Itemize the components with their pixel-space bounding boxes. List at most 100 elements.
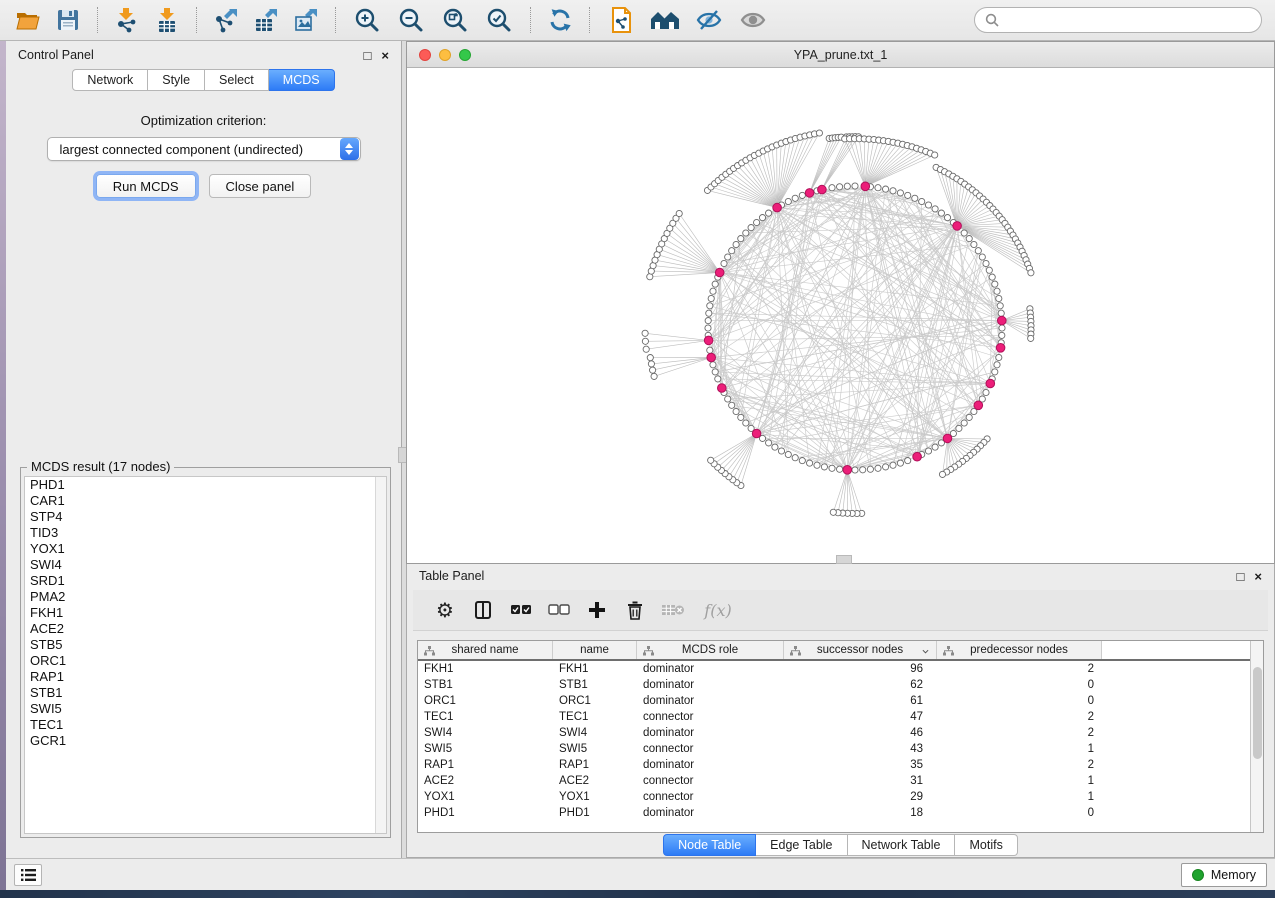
table-row[interactable]: SWI4SWI4dominator462 [418, 725, 1263, 741]
graph-node[interactable] [829, 465, 835, 471]
graph-node[interactable] [733, 408, 739, 414]
open-session-button[interactable] [13, 5, 43, 35]
table-scrollbar-thumb[interactable] [1253, 667, 1262, 759]
network-window-titlebar[interactable]: YPA_prune.txt_1 [407, 42, 1274, 68]
graph-node[interactable] [932, 444, 938, 450]
graph-node[interactable] [979, 254, 985, 260]
graph-node[interactable] [799, 458, 805, 464]
table-row[interactable]: TEC1TEC1connector472 [418, 709, 1263, 725]
deselect-all-button[interactable] [545, 596, 573, 624]
graph-node[interactable] [706, 310, 712, 316]
close-panel-icon[interactable]: × [381, 49, 389, 62]
cell-MCDS-role[interactable]: dominator [637, 695, 784, 707]
network-graph[interactable] [407, 68, 1274, 563]
graph-satellite-node[interactable] [642, 338, 648, 344]
graph-node[interactable] [710, 288, 716, 294]
graph-node[interactable] [999, 325, 1005, 331]
graph-node[interactable] [721, 260, 727, 266]
mcds-result-item[interactable]: STB5 [25, 637, 386, 653]
graph-node[interactable] [989, 274, 995, 280]
cell-name[interactable]: RAP1 [553, 759, 637, 771]
select-all-button[interactable] [507, 596, 535, 624]
graph-node[interactable] [821, 464, 827, 470]
graph-node[interactable] [966, 236, 972, 242]
graph-node[interactable] [966, 414, 972, 420]
mcds-result-item[interactable]: FKH1 [25, 605, 386, 621]
cell-MCDS-role[interactable]: dominator [637, 807, 784, 819]
graph-node[interactable] [999, 332, 1005, 338]
graph-node[interactable] [712, 281, 718, 287]
graph-node[interactable] [883, 186, 889, 192]
graph-node[interactable] [938, 210, 944, 216]
tab-mcds[interactable]: MCDS [269, 69, 335, 91]
cell-successor-nodes[interactable]: 43 [784, 743, 937, 755]
graph-satellite-node[interactable] [939, 471, 945, 477]
graph-satellite-node[interactable] [643, 346, 649, 352]
cell-name[interactable]: TEC1 [553, 711, 637, 723]
graph-node[interactable] [785, 198, 791, 204]
export-network-button[interactable] [211, 5, 241, 35]
cell-name[interactable]: ACE2 [553, 775, 637, 787]
cell-name[interactable]: SWI4 [553, 727, 637, 739]
table-row[interactable]: SWI5SWI5connector431 [418, 741, 1263, 757]
graph-hub-node[interactable] [805, 189, 814, 198]
new-network-from-selection-button[interactable] [606, 5, 636, 35]
graph-hub-node[interactable] [913, 452, 922, 461]
zoom-out-button[interactable] [396, 5, 426, 35]
cell-name[interactable]: YOX1 [553, 791, 637, 803]
cell-MCDS-role[interactable]: dominator [637, 727, 784, 739]
tab-edge-table[interactable]: Edge Table [756, 834, 847, 856]
graph-node[interactable] [992, 281, 998, 287]
cell-name[interactable]: PHD1 [553, 807, 637, 819]
table-settings-button[interactable]: ⚙ [431, 596, 459, 624]
cell-shared-name[interactable]: STB1 [418, 679, 553, 691]
network-canvas[interactable] [407, 68, 1274, 563]
export-table-button[interactable] [251, 5, 281, 35]
graph-node[interactable] [994, 362, 1000, 368]
column-header-MCDS-role[interactable]: MCDS role [637, 641, 784, 659]
graph-node[interactable] [725, 396, 731, 402]
show-all-button[interactable] [738, 5, 768, 35]
graph-node[interactable] [799, 192, 805, 198]
cell-shared-name[interactable]: SWI5 [418, 743, 553, 755]
graph-satellite-node[interactable] [708, 457, 714, 463]
cell-MCDS-role[interactable]: connector [637, 743, 784, 755]
graph-hub-node[interactable] [718, 384, 727, 393]
graph-node[interactable] [994, 288, 1000, 294]
graph-node[interactable] [712, 369, 718, 375]
graph-hub-node[interactable] [986, 379, 995, 388]
mcds-result-item[interactable]: ACE2 [25, 621, 386, 637]
graph-node[interactable] [852, 183, 858, 189]
mcds-result-item[interactable]: YOX1 [25, 541, 386, 557]
mcds-result-item[interactable]: GCR1 [25, 733, 386, 749]
graph-node[interactable] [772, 444, 778, 450]
graph-satellite-node[interactable] [676, 210, 682, 216]
column-header-successor-nodes[interactable]: successor nodes [784, 641, 937, 659]
graph-node[interactable] [837, 184, 843, 190]
graph-node[interactable] [890, 188, 896, 194]
graph-node[interactable] [919, 198, 925, 204]
graph-node[interactable] [710, 362, 716, 368]
cell-predecessor-nodes[interactable]: 1 [937, 743, 1102, 755]
cell-predecessor-nodes[interactable]: 2 [937, 727, 1102, 739]
float-panel-icon[interactable]: □ [1237, 570, 1245, 583]
cell-name[interactable]: ORC1 [553, 695, 637, 707]
cell-name[interactable]: SWI5 [553, 743, 637, 755]
cell-successor-nodes[interactable]: 18 [784, 807, 937, 819]
graph-node[interactable] [766, 440, 772, 446]
table-row[interactable]: RAP1RAP1dominator352 [418, 757, 1263, 773]
column-header-predecessor-nodes[interactable]: predecessor nodes [937, 641, 1102, 659]
search-input[interactable] [1005, 13, 1251, 27]
graph-node[interactable] [925, 202, 931, 208]
cell-predecessor-nodes[interactable]: 2 [937, 663, 1102, 675]
graph-satellite-node[interactable] [648, 361, 654, 367]
memory-button[interactable]: Memory [1181, 863, 1267, 887]
hide-selected-button[interactable] [694, 5, 724, 35]
close-panel-icon[interactable]: × [1254, 570, 1262, 583]
graph-node[interactable] [932, 206, 938, 212]
graph-hub-node[interactable] [843, 466, 852, 475]
graph-node[interactable] [707, 347, 713, 353]
column-header-shared-name[interactable]: shared name [418, 641, 553, 659]
graph-satellite-node[interactable] [647, 355, 653, 361]
graph-node[interactable] [996, 354, 1002, 360]
